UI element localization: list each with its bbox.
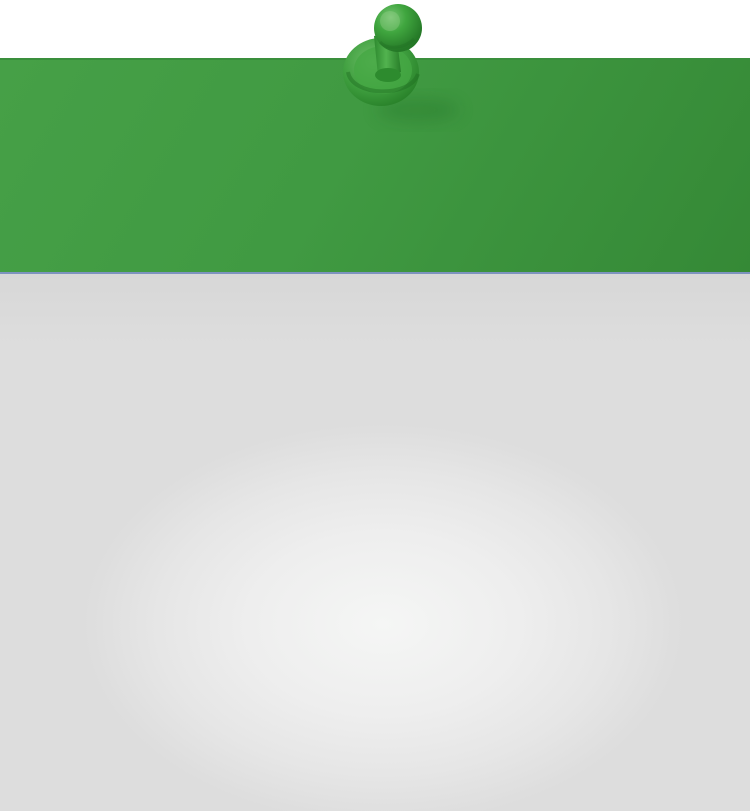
- sticky-note: [0, 58, 750, 811]
- sticky-note-stage: [0, 0, 750, 811]
- note-body: [0, 274, 750, 811]
- pushpin-icon: [330, 0, 480, 135]
